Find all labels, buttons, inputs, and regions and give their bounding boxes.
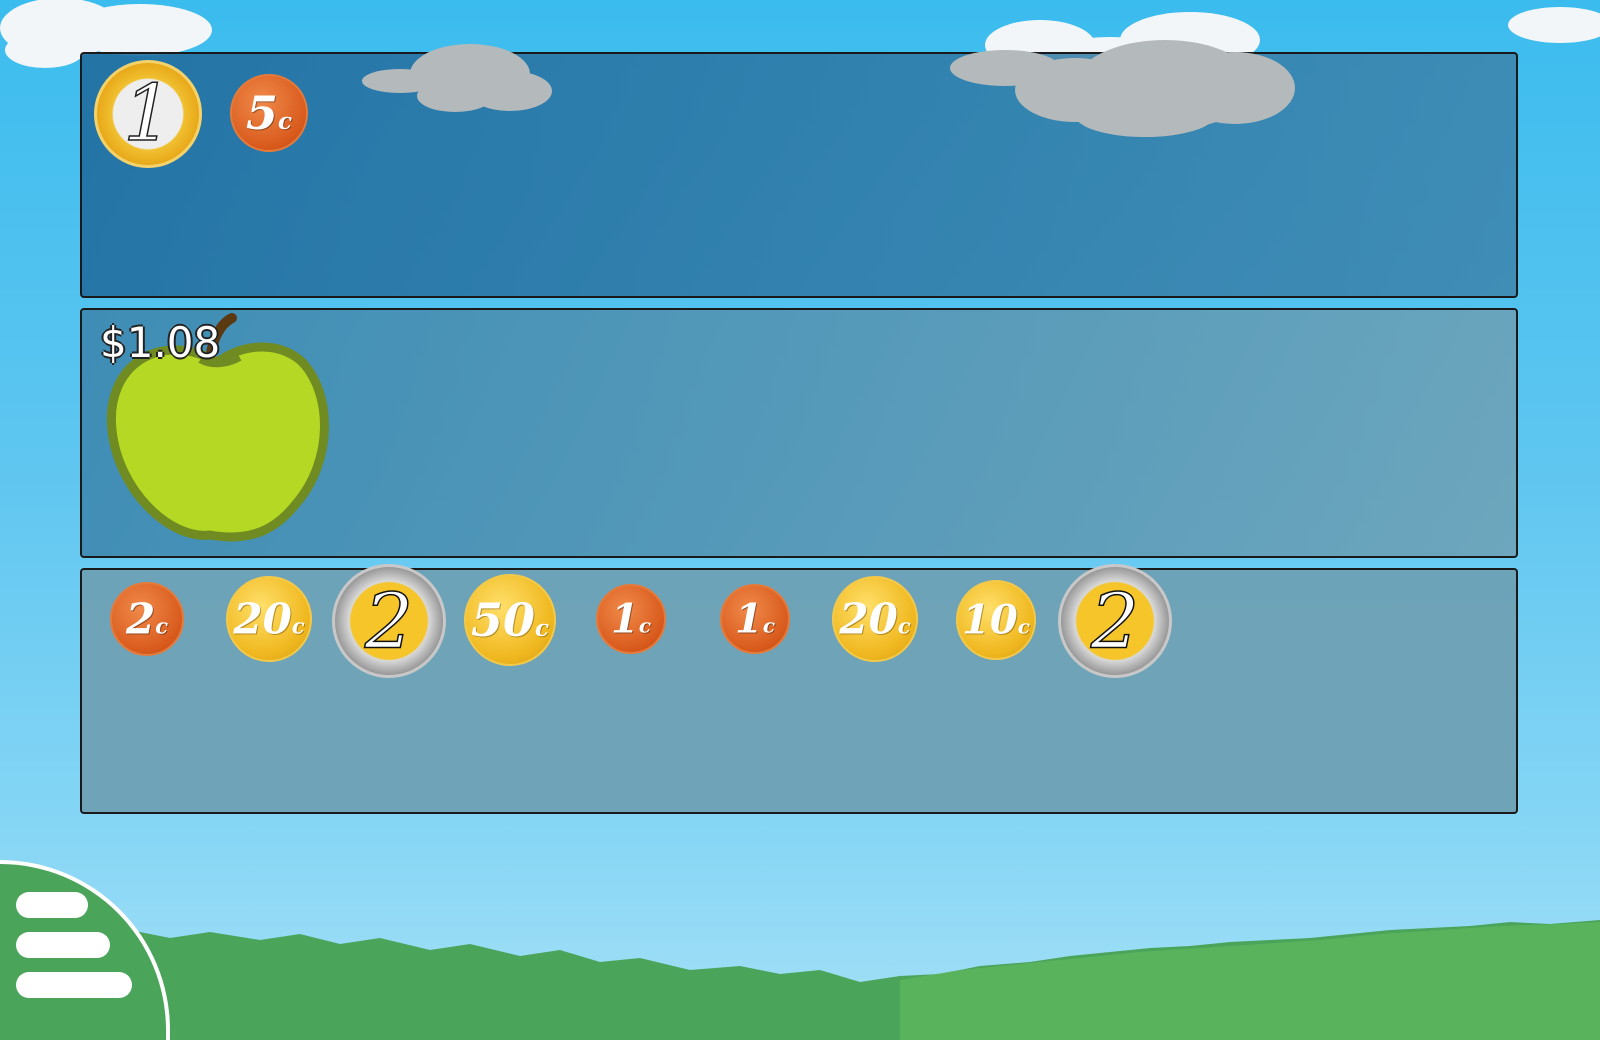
wallet-coin-2c[interactable]: 2c — [110, 582, 184, 656]
price-label: $1.08 — [100, 318, 221, 367]
wallet-coin-20c[interactable]: 20c — [832, 576, 918, 662]
hamburger-menu-icon[interactable] — [0, 860, 170, 1040]
wallet-coin-10c[interactable]: 10c — [956, 580, 1036, 660]
paid-coin-1[interactable]: 1 — [94, 60, 202, 168]
wallet-coin-20c[interactable]: 20c — [226, 576, 312, 662]
wallet-coin-50c[interactable]: 50c — [464, 574, 556, 666]
wallet-coin-1c[interactable]: 1c — [720, 584, 790, 654]
wallet-coin-2[interactable]: 2 — [332, 564, 446, 678]
gray-cloud-right — [950, 40, 1295, 137]
paid-coin-5c[interactable]: 5c — [230, 74, 308, 152]
gray-cloud-left — [362, 44, 552, 112]
menu-bar — [16, 932, 110, 958]
wallet-area: 2c 20c 2 50c 1c 1c 20c 10c 2 — [80, 564, 1518, 814]
menu-bar — [16, 972, 132, 998]
wallet-coin-2[interactable]: 2 — [1058, 564, 1172, 678]
menu-bar — [16, 892, 88, 918]
grass-ground — [0, 920, 1600, 1040]
wallet-coin-1c[interactable]: 1c — [596, 584, 666, 654]
cloud-top-right — [1508, 7, 1600, 43]
